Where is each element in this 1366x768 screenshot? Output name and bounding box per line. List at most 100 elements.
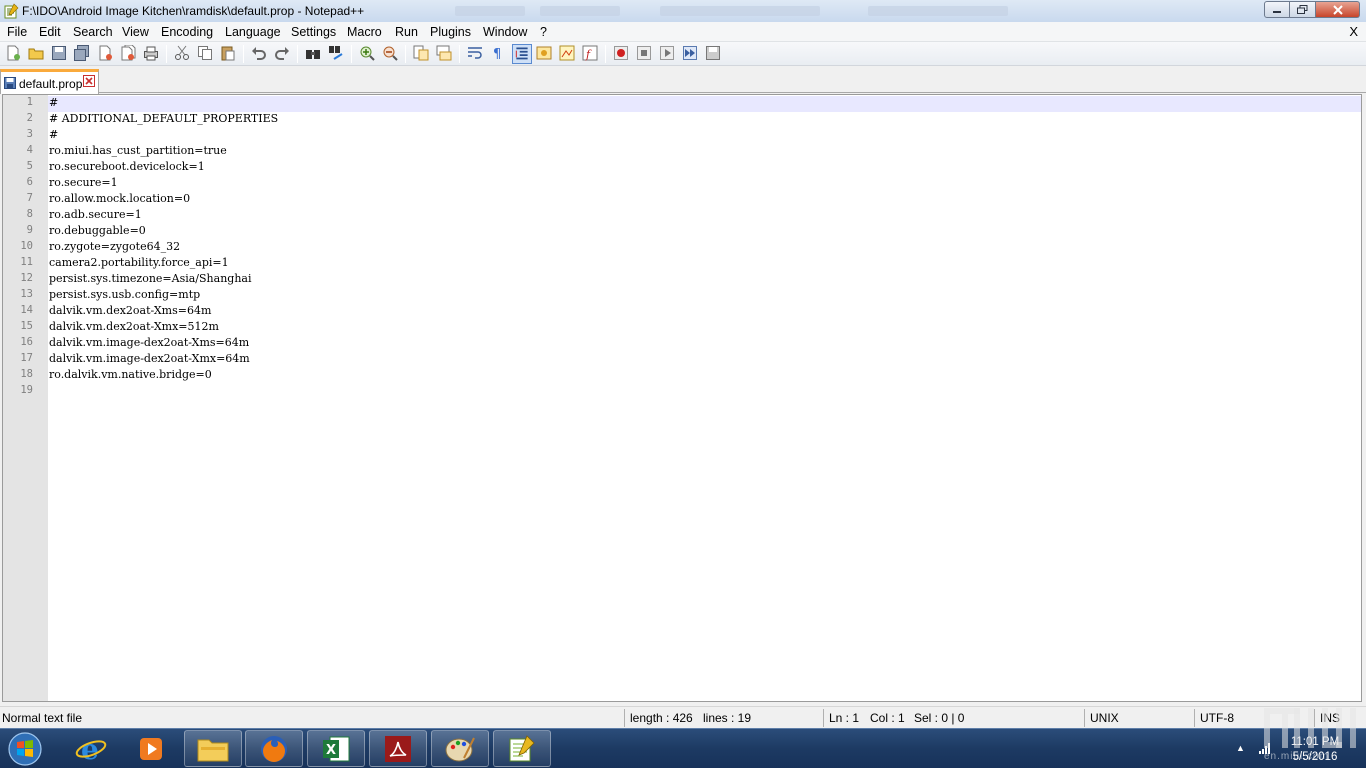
document-map-icon[interactable] xyxy=(559,45,575,61)
zoom-out-icon[interactable] xyxy=(382,45,398,61)
find-icon[interactable] xyxy=(305,45,321,61)
line-number: 10 xyxy=(20,240,33,252)
tab-default-prop[interactable]: default.prop xyxy=(0,69,99,94)
close-icon xyxy=(1332,4,1343,15)
toolbar-separator xyxy=(459,45,460,63)
open-file-icon[interactable] xyxy=(28,45,44,61)
menu-encoding[interactable]: Encoding xyxy=(161,25,213,39)
taskbar-file-explorer[interactable] xyxy=(184,730,242,767)
line-number: 14 xyxy=(20,304,33,316)
tab-bar: default.prop xyxy=(0,66,1366,94)
copy-icon[interactable] xyxy=(197,45,213,61)
code-line[interactable]: dalvik.vm.dex2oat-Xms=64m xyxy=(49,304,211,317)
firefox-icon xyxy=(261,735,287,762)
maximize-button[interactable] xyxy=(1290,1,1316,18)
close-tab-icon[interactable] xyxy=(83,75,95,87)
sync-vertical-icon[interactable] xyxy=(413,45,429,61)
menu-settings[interactable]: Settings xyxy=(291,25,336,39)
menu-search[interactable]: Search xyxy=(73,25,113,39)
menu-edit[interactable]: Edit xyxy=(39,25,61,39)
toolbar: ¶ f xyxy=(0,42,1366,66)
record-macro-icon[interactable] xyxy=(613,45,629,61)
background-window-ghost xyxy=(868,6,1008,16)
code-line[interactable]: # xyxy=(49,96,58,109)
code-line[interactable]: ro.dalvik.vm.native.bridge=0 xyxy=(49,368,212,381)
code-line[interactable]: ro.debuggable=0 xyxy=(49,224,146,237)
code-line[interactable]: ro.allow.mock.location=0 xyxy=(49,192,190,205)
tab-label: default.prop xyxy=(19,77,83,91)
zoom-in-icon[interactable] xyxy=(359,45,375,61)
stop-macro-icon[interactable] xyxy=(636,45,652,61)
code-line[interactable]: ro.zygote=zygote64_32 xyxy=(49,240,180,253)
menu-macro[interactable]: Macro xyxy=(347,25,382,39)
code-line[interactable]: # ADDITIONAL_DEFAULT_PROPERTIES xyxy=(49,112,278,125)
line-number: 1 xyxy=(26,96,33,108)
close-all-icon[interactable] xyxy=(120,45,136,61)
code-line[interactable]: dalvik.vm.image-dex2oat-Xmx=64m xyxy=(49,352,250,365)
status-length: length : 426 xyxy=(630,711,693,725)
line-number: 19 xyxy=(20,384,33,396)
taskbar-pdf-reader[interactable] xyxy=(369,730,427,767)
menu-run[interactable]: Run xyxy=(395,25,418,39)
toolbar-separator xyxy=(297,45,298,63)
code-line[interactable]: # xyxy=(49,128,58,141)
code-line[interactable]: ro.secureboot.devicelock=1 xyxy=(49,160,205,173)
menu-help[interactable]: ? xyxy=(540,25,547,39)
code-line[interactable]: persist.sys.timezone=Asia/Shanghai xyxy=(49,272,251,285)
undo-icon[interactable] xyxy=(251,45,267,61)
menu-view[interactable]: View xyxy=(122,25,149,39)
taskbar-firefox[interactable] xyxy=(245,730,303,767)
print-icon[interactable] xyxy=(143,45,159,61)
line-number: 7 xyxy=(26,192,33,204)
start-button-icon[interactable] xyxy=(6,731,44,767)
line-number: 16 xyxy=(20,336,33,348)
word-wrap-icon[interactable] xyxy=(467,45,483,61)
media-player-icon xyxy=(140,737,162,760)
sync-horizontal-icon[interactable] xyxy=(436,45,452,61)
save-all-icon[interactable] xyxy=(74,45,90,61)
show-all-characters-icon[interactable]: ¶ xyxy=(490,45,506,61)
replace-icon[interactable] xyxy=(328,45,344,61)
indent-guide-icon[interactable] xyxy=(512,44,532,64)
run-macro-multiple-icon[interactable] xyxy=(682,45,698,61)
notepad-plus-plus-icon xyxy=(509,734,535,761)
user-language-icon[interactable] xyxy=(536,45,552,61)
code-line[interactable]: camera2.portability.force_api=1 xyxy=(49,256,229,269)
folder-icon xyxy=(197,739,229,761)
cut-icon[interactable] xyxy=(174,45,190,61)
excel-icon: X xyxy=(323,736,350,761)
svg-text:¶: ¶ xyxy=(493,47,501,61)
pdf-icon xyxy=(385,735,411,762)
code-line[interactable]: persist.sys.usb.config=mtp xyxy=(49,288,200,301)
code-line[interactable]: ro.adb.secure=1 xyxy=(49,208,142,221)
taskbar-media-player[interactable] xyxy=(122,730,180,767)
minimize-button[interactable] xyxy=(1264,1,1290,18)
window-title: F:\IDO\Android Image Kitchen\ramdisk\def… xyxy=(22,4,365,18)
save-icon[interactable] xyxy=(51,45,67,61)
redo-icon[interactable] xyxy=(274,45,290,61)
toolbar-separator xyxy=(243,45,244,63)
editor[interactable]: 1 2 3 4 5 6 7 8 9 10 11 12 13 14 15 16 17 18 19 # # ADDITIO… xyxy=(2,94,1362,702)
save-macro-icon[interactable] xyxy=(705,45,721,61)
taskbar-internet-explorer[interactable]: e xyxy=(62,730,120,767)
menu-plugins[interactable]: Plugins xyxy=(430,25,471,39)
new-file-icon[interactable] xyxy=(5,45,21,61)
code-line[interactable]: dalvik.vm.image-dex2oat-Xms=64m xyxy=(49,336,249,349)
close-file-icon[interactable] xyxy=(97,45,113,61)
code-line[interactable]: dalvik.vm.dex2oat-Xmx=512m xyxy=(49,320,219,333)
taskbar-paint[interactable] xyxy=(431,730,489,767)
close-window-button[interactable] xyxy=(1316,1,1360,18)
toolbar-separator xyxy=(605,45,606,63)
code-line[interactable]: ro.miui.has_cust_partition=true xyxy=(49,144,227,157)
menu-window[interactable]: Window xyxy=(483,25,527,39)
menu-language[interactable]: Language xyxy=(225,25,281,39)
show-hidden-icons-button[interactable]: ▲ xyxy=(1236,743,1245,753)
function-list-icon[interactable]: f xyxy=(582,45,598,61)
taskbar-excel[interactable]: X xyxy=(307,730,365,767)
play-macro-icon[interactable] xyxy=(659,45,675,61)
menu-file[interactable]: File xyxy=(7,25,27,39)
code-line[interactable]: ro.secure=1 xyxy=(49,176,118,189)
paste-icon[interactable] xyxy=(220,45,236,61)
taskbar-notepad-plus-plus[interactable] xyxy=(493,730,551,767)
close-document-button[interactable]: X xyxy=(1349,24,1358,39)
